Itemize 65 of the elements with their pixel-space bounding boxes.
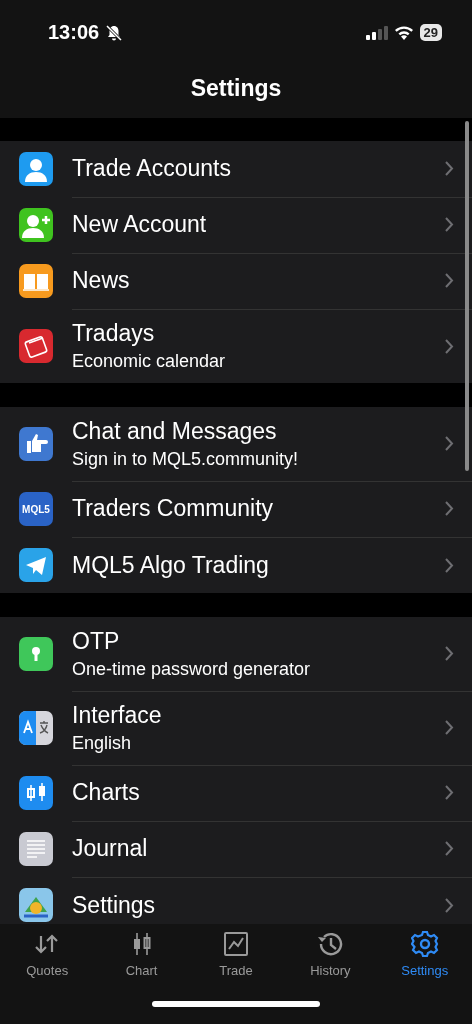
row-title: MQL5 Algo Trading — [72, 551, 270, 579]
row-title: Settings — [72, 891, 157, 919]
tab-button[interactable]: Chart — [94, 930, 189, 978]
row-title: Charts — [72, 779, 141, 806]
settings-row[interactable]: Trade Accounts — [0, 141, 472, 197]
row-title: Interface — [72, 701, 163, 729]
line-chart-icon — [221, 930, 250, 958]
chevron-icon — [444, 556, 454, 574]
chevron-icon — [444, 719, 454, 736]
chevron-icon — [444, 896, 454, 914]
add-person-icon — [19, 208, 53, 242]
row-title: Journal — [72, 835, 149, 862]
paper-plane-icon — [19, 548, 53, 582]
row-title: Tradays — [72, 320, 156, 347]
signal-icon — [365, 25, 388, 40]
history-icon — [316, 930, 345, 958]
settings-row[interactable]: Journal — [0, 821, 472, 877]
settings-row[interactable]: Settings — [0, 877, 472, 924]
row-title: Trade Accounts — [72, 155, 232, 182]
row-title: OTP — [72, 627, 121, 655]
chevron-icon — [444, 272, 454, 289]
chevron-icon — [444, 337, 454, 355]
row-title: Traders Community — [72, 495, 275, 522]
wifi-icon — [393, 25, 414, 40]
clock-time: 13:06 — [48, 21, 100, 44]
settings-row[interactable]: Charts — [0, 765, 472, 821]
settings-icon — [410, 930, 439, 958]
chevron-icon — [444, 840, 454, 857]
settings-row[interactable]: Tradays Economic calendar — [0, 309, 472, 383]
row-subtitle: Sign in to MQL5.community! — [72, 448, 300, 470]
row-subtitle: English — [72, 732, 133, 754]
row-title: News — [72, 267, 131, 294]
person-icon — [19, 152, 53, 186]
app-logo-icon — [19, 888, 53, 922]
chevron-icon — [444, 435, 454, 452]
book-icon — [19, 264, 53, 298]
settings-row[interactable]: Chat and Messages Sign in to MQL5.community! — [0, 407, 472, 481]
settings-row[interactable]: Interface English — [0, 691, 472, 765]
tab-button[interactable]: Settings — [377, 930, 472, 978]
chevron-icon — [444, 216, 454, 233]
translate-icon — [19, 711, 53, 745]
chevron-icon — [444, 500, 454, 517]
row-subtitle: Economic calendar — [72, 351, 227, 372]
logo-icon: MQL5 — [19, 492, 53, 526]
battery-level: 29 — [419, 24, 442, 41]
document-icon — [19, 832, 53, 866]
tab-button[interactable]: History — [283, 930, 378, 978]
settings-row[interactable]: New Account — [0, 197, 472, 253]
candlestick-icon — [19, 776, 53, 810]
muted-bell-icon — [105, 23, 124, 42]
chevron-icon — [444, 645, 454, 662]
settings-row[interactable]: MQL5 Traders Community — [0, 481, 472, 537]
settings-row[interactable]: MQL5 Algo Trading — [0, 537, 472, 593]
pointing-hand-icon — [19, 427, 53, 461]
chevron-icon — [444, 784, 454, 801]
keyhole-icon — [19, 637, 53, 671]
tab-button[interactable]: Trade — [188, 930, 283, 978]
chevron-icon — [444, 160, 454, 177]
row-subtitle: One-time password generator — [72, 658, 312, 680]
page-title: Settings — [190, 75, 282, 102]
row-title: Chat and Messages — [72, 417, 278, 445]
row-title: New Account — [72, 211, 208, 238]
tab-button[interactable]: Quotes — [0, 930, 95, 978]
settings-row[interactable]: News — [0, 253, 472, 309]
settings-row[interactable]: OTP One-time password generator — [0, 617, 472, 691]
